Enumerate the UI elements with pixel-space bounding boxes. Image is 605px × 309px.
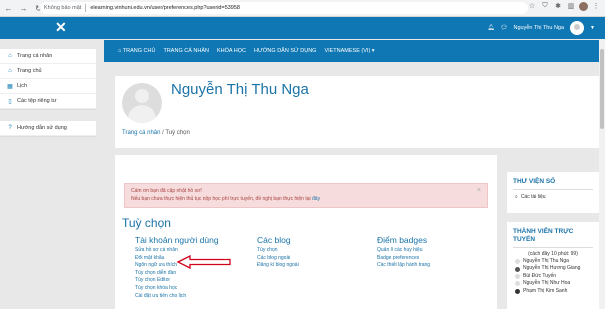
search-icon: ⌕ bbox=[515, 194, 518, 200]
user-icon bbox=[515, 288, 520, 294]
backpack-settings-link[interactable]: Các thiết lập hành trang bbox=[377, 262, 430, 270]
column-title: Điểm badges bbox=[377, 235, 428, 245]
chevron-down-icon[interactable]: ▼ bbox=[590, 25, 595, 31]
back-icon[interactable]: ← bbox=[2, 2, 15, 15]
library-title: THƯ VIỆN SỐ bbox=[513, 178, 556, 185]
breadcrumb-current: Tuỳ chọn bbox=[165, 130, 190, 136]
nav-guide[interactable]: HƯỚNG DẪN SỬ DỤNG bbox=[254, 48, 316, 54]
user-icon bbox=[515, 281, 520, 287]
help-icon: ? bbox=[8, 125, 12, 131]
profile-avatar bbox=[122, 83, 162, 123]
nav-language[interactable]: VIETNAMESE (VI) ▾ bbox=[324, 48, 374, 54]
sidebar-item-label: Trang chủ bbox=[17, 68, 42, 74]
bell-icon[interactable]: 🔔︎ bbox=[488, 25, 495, 31]
course-preferences-link[interactable]: Tùy chọn khóa học bbox=[135, 285, 219, 293]
profile-name: Nguyễn Thị Thu Nga bbox=[171, 81, 309, 98]
library-block: THƯ VIỆN SỐ ⌕ Các tài liệu bbox=[507, 172, 599, 213]
breadcrumb: Trang cá nhân / Tuỳ chọn bbox=[122, 130, 190, 136]
browser-toolbar: ← → ↻ Không bảo mật elearning.vinhuni.ed… bbox=[0, 0, 605, 17]
online-user[interactable]: Phạm Thị Kim Sanh bbox=[507, 288, 599, 295]
browser-actions: ☆ ⛉ ✱ ▥ ⋮ bbox=[527, 1, 601, 11]
alert-detail: Nếu bạn chưa thực hiện thủ tục nộp học p… bbox=[131, 196, 321, 202]
scrollbar-thumb[interactable] bbox=[600, 49, 604, 129]
main-nav: ⌂ TRANG CHỦ TRANG CÁ NHÂN KHÓA HỌC HƯỚNG… bbox=[104, 40, 605, 62]
blogs-column: Các blog Tùy chọn Các blog ngoài Đăng kí… bbox=[257, 235, 299, 270]
badges-column: Điểm badges Quản lí các huy hiệu Badge p… bbox=[377, 235, 430, 270]
url-divider bbox=[85, 4, 87, 12]
column-title: Các blog bbox=[257, 235, 291, 245]
user-icon bbox=[515, 259, 520, 265]
site-header: ✕ 🔔︎ 💬︎ Nguyễn Thị Thu Nga ▼ bbox=[0, 17, 605, 39]
column-title: Tài khoản người dùng bbox=[135, 235, 219, 245]
nav-courses[interactable]: KHÓA HỌC bbox=[217, 48, 246, 54]
url-text: elearning.vinhuni.edu.vn/user/preference… bbox=[90, 5, 240, 11]
nav-home[interactable]: ⌂ TRANG CHỦ bbox=[118, 48, 155, 54]
shield-icon[interactable]: ⛉ bbox=[540, 1, 550, 11]
close-icon[interactable]: × bbox=[477, 187, 481, 195]
sidepanel-icon[interactable]: ▥ bbox=[566, 1, 576, 11]
sidebar-item-home[interactable]: ⌂ Trang chủ bbox=[0, 64, 96, 79]
alert-message: Cám ơn bạn đã cập nhật hồ sơ! bbox=[131, 188, 202, 194]
sidebar-item-help[interactable]: ? Hướng dẫn sử dụng bbox=[0, 121, 96, 136]
user-menu-area: 🔔︎ 💬︎ Nguyễn Thị Thu Nga ▼ bbox=[488, 21, 595, 35]
profile-header-card: Nguyễn Thị Thu Nga Trang cá nhân / Tuỳ c… bbox=[115, 76, 604, 148]
star-icon[interactable]: ☆ bbox=[527, 1, 537, 11]
calendar-icon: ▦ bbox=[7, 83, 13, 90]
online-users-subtitle: (cách đây 10 phút: 99) bbox=[528, 251, 578, 257]
menu-icon[interactable]: ⋮ bbox=[591, 1, 601, 11]
alert-link[interactable]: đây bbox=[312, 196, 320, 202]
sidebar-group-help: ? Hướng dẫn sử dụng bbox=[0, 121, 96, 137]
breadcrumb-profile[interactable]: Trang cá nhân bbox=[122, 130, 160, 136]
online-users-block: THÀNH VIÊN TRỰC TUYẾN (cách đây 10 phút:… bbox=[507, 222, 599, 309]
nav-profile[interactable]: TRANG CÁ NHÂN bbox=[163, 48, 209, 54]
success-alert: Cám ơn bạn đã cập nhật hồ sơ! Nếu bạn ch… bbox=[124, 183, 488, 208]
nav-drawer: ⌂ Trang cá nhân ⌂ Trang chủ ▦ Lịch ▯ Các… bbox=[0, 39, 96, 309]
online-users-title: THÀNH VIÊN TRỰC TUYẾN bbox=[513, 228, 574, 243]
user-avatar[interactable] bbox=[570, 21, 585, 35]
close-drawer-icon[interactable]: ✕ bbox=[55, 19, 67, 36]
register-external-blog-link[interactable]: Đăng kí blog ngoài bbox=[257, 262, 299, 270]
library-item[interactable]: ⌕ Các tài liệu bbox=[507, 194, 599, 201]
edit-profile-link[interactable]: Sửa hồ sơ cá nhân bbox=[135, 247, 219, 255]
sidebar-item-label: Lịch bbox=[17, 83, 28, 89]
online-user[interactable]: Nguyễn Thị Như Hoa bbox=[507, 280, 599, 287]
breadcrumb-separator: / bbox=[162, 130, 164, 136]
address-bar[interactable]: Không bảo mật elearning.vinhuni.edu.vn/u… bbox=[40, 2, 528, 14]
preferences-card: Cám ơn bạn đã cập nhật hồ sơ! Nếu bạn ch… bbox=[115, 155, 497, 309]
blog-preferences-link[interactable]: Tùy chọn bbox=[257, 247, 299, 255]
sidebar-item-profile[interactable]: ⌂ Trang cá nhân bbox=[0, 49, 96, 64]
editor-preferences-link[interactable]: Tùy chọn Editor bbox=[135, 277, 219, 285]
forward-icon[interactable]: → bbox=[17, 2, 30, 15]
chat-icon[interactable]: 💬︎ bbox=[501, 25, 508, 31]
insecure-warning: Không bảo mật bbox=[44, 5, 82, 11]
manage-badges-link[interactable]: Quản lí các huy hiệu bbox=[377, 247, 430, 255]
sidebar-item-label: Các tệp riêng tư bbox=[17, 98, 57, 104]
house-icon: ⌂ bbox=[8, 68, 12, 74]
sidebar-group-main: ⌂ Trang cá nhân ⌂ Trang chủ ▦ Lịch ▯ Các… bbox=[0, 49, 96, 110]
user-icon bbox=[515, 274, 520, 280]
file-icon: ▯ bbox=[8, 98, 12, 105]
user-icon bbox=[515, 266, 520, 272]
badge-preferences-link[interactable]: Badge preferences bbox=[377, 255, 430, 263]
sidebar-item-label: Hướng dẫn sử dụng bbox=[17, 125, 67, 131]
sidebar-item-private-files[interactable]: ▯ Các tệp riêng tư bbox=[0, 94, 96, 109]
online-user[interactable]: Nguyễn Thị Hương Giang bbox=[507, 265, 599, 272]
page-scrollbar[interactable] bbox=[599, 39, 605, 309]
user-name[interactable]: Nguyễn Thị Thu Nga bbox=[513, 25, 564, 31]
calendar-preferences-link[interactable]: Cài đặt ưu tiên cho lịch bbox=[135, 293, 219, 301]
external-blogs-link[interactable]: Các blog ngoài bbox=[257, 255, 299, 263]
annotation-arrow-icon bbox=[176, 255, 231, 269]
sidebar-item-label: Trang cá nhân bbox=[17, 53, 53, 59]
home-icon: ⌂ bbox=[118, 48, 122, 54]
forum-preferences-link[interactable]: Tùy chọn diễn đàn bbox=[135, 270, 219, 278]
home-icon: ⌂ bbox=[8, 53, 12, 59]
page-title: Tuỳ chọn bbox=[122, 216, 171, 230]
browser-profile-avatar[interactable] bbox=[579, 1, 588, 11]
sidebar-item-calendar[interactable]: ▦ Lịch bbox=[0, 79, 96, 94]
extension-icon[interactable]: ✱ bbox=[553, 1, 563, 11]
